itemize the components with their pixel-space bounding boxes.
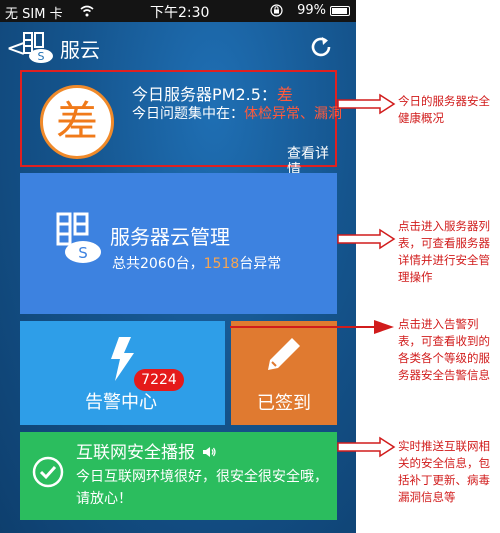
pencil-icon <box>268 338 300 370</box>
news-body: 今日互联网环境很好，很安全很安全哦，请放心！ <box>76 469 328 507</box>
alarm-center-label: 告警中心 <box>85 392 157 413</box>
svg-text:S: S <box>78 244 88 262</box>
news-title-line: 互联网安全播报 <box>76 438 217 463</box>
annotation-alarm: 点击进入告警列表，可查看收到的各类各个等级的服务器安全告警信息 <box>398 317 490 382</box>
status-bar: 无 SIM 卡 下午2:30 99% <box>0 0 356 22</box>
grade-badge: 差 <box>40 85 114 159</box>
speaker-icon <box>203 447 217 457</box>
issue-line: 今日问题集中在：体检异常、漏洞 <box>132 105 352 123</box>
lightning-icon <box>111 337 134 381</box>
svg-text:S: S <box>38 50 45 63</box>
abnormal-count: 1518 <box>203 256 240 272</box>
signin-label: 已签到 <box>257 393 311 414</box>
annotation-arrow-3 <box>230 320 394 334</box>
grade-text: 差 <box>55 97 98 146</box>
annotation-server: 点击进入服务器列表，可查看服务器详情并进行安全管理操作 <box>398 219 490 284</box>
pm25-line: 今日服务器PM2.5：差 <box>132 81 293 105</box>
server-cloud-icon: S <box>56 212 101 263</box>
security-news-card[interactable]: 互联网安全播报 今日互联网环境很好，很安全很安全哦，请放心！ <box>20 432 337 520</box>
server-card-title: 服务器云管理 <box>110 225 230 249</box>
annotation-arrow-2 <box>337 228 396 250</box>
pm25-value: 差 <box>276 85 293 104</box>
annotation-health: 今日的服务器安全健康概况 <box>398 94 490 125</box>
server-total: 总共2060台， <box>112 256 204 272</box>
phone-screen: 无 SIM 卡 下午2:30 99% < S 服云 差 今日服务器PM2.5：差… <box>0 0 356 533</box>
annotation-news: 实时推送互联网相关的安全信息，包括补丁更新、病毒漏洞信息等 <box>398 439 490 504</box>
rotation-lock-icon <box>270 4 283 17</box>
refresh-icon[interactable] <box>308 34 334 60</box>
health-highlight-box: 差 今日服务器PM2.5：差 今日问题集中在：体检异常、漏洞 查看详情 <box>20 70 342 179</box>
nav-bar: < S 服云 <box>0 22 356 72</box>
server-summary: 总共2060台，1518台异常 <box>112 253 281 273</box>
annotation-arrow-4 <box>337 436 396 458</box>
alarm-center-card[interactable]: 7224 告警中心 <box>20 321 225 425</box>
annotation-arrow-1 <box>337 93 396 115</box>
check-circle-icon <box>32 456 64 488</box>
issue-label: 今日问题集中在： <box>132 106 244 122</box>
wifi-icon <box>80 5 94 17</box>
app-logo-icon: S <box>23 32 53 63</box>
battery-percent: 99% <box>297 3 326 18</box>
signin-card[interactable]: 已签到 <box>231 321 337 425</box>
battery-icon <box>330 6 350 16</box>
health-overview[interactable]: 差 今日服务器PM2.5：差 今日问题集中在：体检异常、漏洞 查看详情 <box>0 70 356 179</box>
news-title: 互联网安全播报 <box>76 443 195 463</box>
abnormal-suffix: 台异常 <box>239 256 282 272</box>
carrier-text: 无 SIM 卡 <box>5 7 63 22</box>
issue-value: 体检异常、漏洞 <box>244 106 342 122</box>
server-cloud-card[interactable]: S 服务器云管理 总共2060台，1518台异常 <box>20 173 337 314</box>
pm25-label: 今日服务器PM2.5： <box>132 85 277 104</box>
page-title: 服云 <box>60 38 100 62</box>
clock-text: 下午2:30 <box>150 5 210 21</box>
